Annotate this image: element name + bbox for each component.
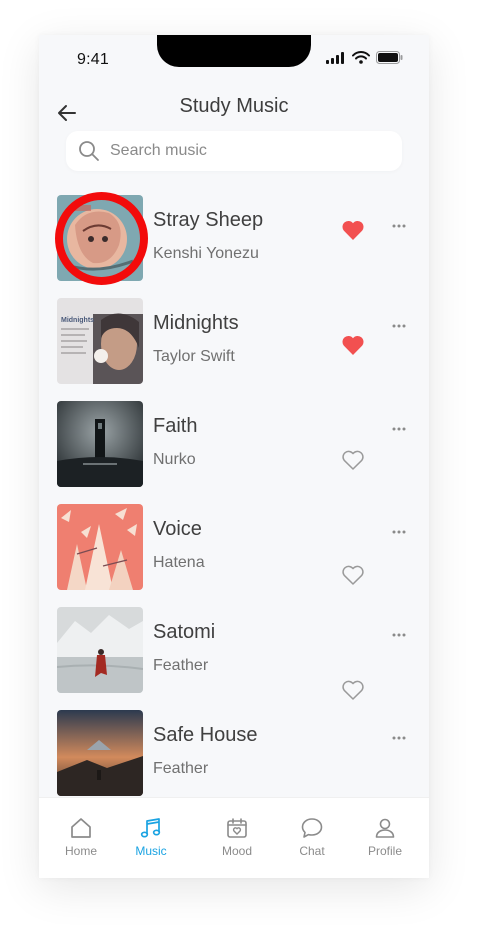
tab-label: Chat	[299, 844, 325, 858]
song-artist: Kenshi Yonezu	[153, 245, 259, 262]
status-time: 9:41	[77, 51, 109, 68]
home-icon	[71, 818, 91, 838]
search-input[interactable]	[110, 142, 370, 160]
signal-icon	[326, 51, 344, 64]
music-icon	[140, 818, 161, 838]
song-artist: Taylor Swift	[153, 348, 235, 365]
song-artist: Hatena	[153, 554, 205, 571]
status-icons	[326, 51, 403, 64]
tab-music[interactable]: Music	[116, 816, 186, 858]
song-title: Midnights	[153, 312, 239, 334]
song-row[interactable]: Voice Hatena	[39, 502, 429, 592]
song-artist: Nurko	[153, 451, 196, 468]
more-options-icon[interactable]	[391, 529, 407, 535]
tab-chat[interactable]: Chat	[277, 816, 347, 858]
profile-icon	[375, 818, 395, 838]
song-title: Stray Sheep	[153, 209, 264, 231]
song-title: Faith	[153, 415, 198, 437]
more-options-icon[interactable]	[391, 426, 407, 432]
mood-calendar-icon	[227, 818, 247, 838]
album-cover-stray-sheep	[57, 195, 143, 281]
album-art-text: Midnights	[61, 317, 94, 324]
heart-filled-icon[interactable]	[341, 334, 365, 356]
song-row[interactable]: Stray Sheep Kenshi Yonezu	[39, 192, 429, 285]
heart-outline-icon[interactable]	[341, 679, 365, 701]
heart-filled-icon[interactable]	[341, 219, 365, 241]
search-bar[interactable]	[66, 131, 402, 171]
song-artist: Feather	[153, 760, 209, 777]
song-artist: Feather	[153, 657, 209, 674]
album-cover-faith	[57, 401, 143, 487]
song-title: Voice	[153, 518, 202, 540]
song-row[interactable]: Satomi Feather	[39, 605, 429, 700]
more-options-icon[interactable]	[391, 632, 407, 638]
search-icon	[79, 141, 99, 161]
more-options-icon[interactable]	[391, 223, 407, 229]
song-row[interactable]: Midnights Midnights Taylor Swift	[39, 296, 429, 386]
page-title: Study Music	[179, 95, 289, 117]
heart-outline-icon[interactable]	[341, 449, 365, 471]
song-row[interactable]: Faith Nurko	[39, 399, 429, 489]
tab-mood[interactable]: Mood	[202, 816, 272, 858]
heart-outline-icon[interactable]	[341, 564, 365, 586]
song-title: Safe House	[153, 724, 258, 746]
more-options-icon[interactable]	[391, 735, 407, 741]
song-title: Satomi	[153, 621, 216, 643]
chat-icon	[301, 818, 323, 838]
tab-home[interactable]: Home	[46, 816, 116, 858]
notch	[157, 35, 311, 67]
tab-label: Home	[64, 844, 97, 858]
more-options-icon[interactable]	[391, 323, 407, 329]
tab-label: Mood	[221, 844, 253, 858]
album-cover-voice	[57, 504, 143, 590]
phone-screen: 9:41 Study Music Search music Stray Shee…	[39, 35, 429, 878]
album-cover-satomi	[57, 607, 143, 693]
wifi-icon	[352, 51, 370, 64]
tab-label: Music	[135, 844, 167, 858]
song-row[interactable]: Safe House Feather	[39, 708, 429, 798]
battery-icon	[376, 51, 403, 64]
bottom-tab-bar: Home Music Mood Chat Profile	[39, 797, 429, 878]
tab-label: Profile	[367, 844, 402, 858]
tab-profile[interactable]: Profile	[350, 816, 420, 858]
album-cover-safe-house	[57, 710, 143, 796]
album-cover-midnights: Midnights	[57, 298, 143, 384]
